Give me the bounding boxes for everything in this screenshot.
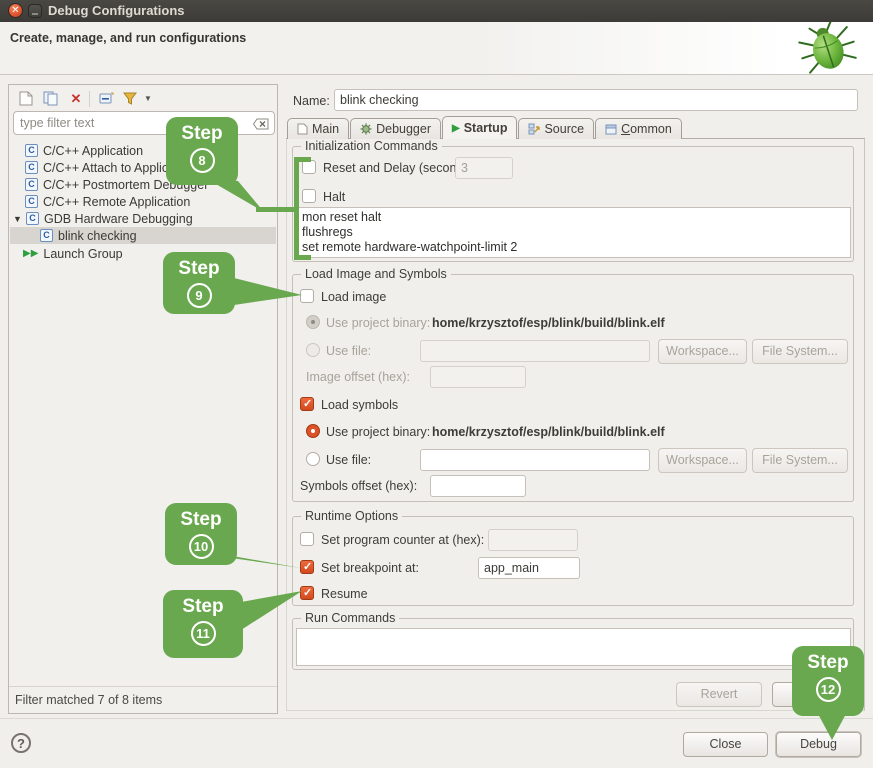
group-title: Run Commands — [301, 611, 399, 625]
image-use-project-binary-radio[interactable] — [306, 315, 320, 329]
duplicate-configuration-icon[interactable] — [41, 91, 59, 107]
load-image-checkbox[interactable] — [300, 289, 314, 303]
debug-button[interactable]: Debug — [776, 732, 861, 757]
halt-checkbox[interactable] — [302, 189, 316, 203]
source-icon — [528, 123, 540, 135]
name-input[interactable] — [334, 89, 858, 111]
window-title: Debug Configurations — [48, 3, 185, 18]
image-binary-path: home/krzysztof/esp/blink/build/blink.elf — [432, 316, 665, 330]
tab-main[interactable]: Main — [287, 118, 349, 139]
image-use-file-radio[interactable] — [306, 343, 320, 357]
set-breakpoint-label: Set breakpoint at: — [321, 561, 419, 575]
step-11-badge: Step 11 — [163, 590, 243, 658]
clear-filter-icon[interactable] — [253, 117, 269, 135]
bug-icon — [797, 22, 859, 79]
image-offset-input[interactable] — [430, 366, 526, 388]
collapse-all-icon[interactable] — [97, 91, 115, 107]
tree-item-cpp-remote[interactable]: C C/C++ Remote Application — [25, 193, 190, 210]
filter-menu-chevron-down-icon[interactable]: ▼ — [139, 91, 157, 107]
tree-expanded-icon[interactable]: ▼ — [13, 214, 21, 224]
toolbar-separator — [89, 91, 90, 107]
group-title: Load Image and Symbols — [301, 267, 451, 281]
program-counter-input[interactable] — [488, 529, 578, 551]
name-label: Name: — [293, 94, 330, 108]
tab-bar: Main Debugger ▶ Startup Source Common — [287, 116, 683, 139]
symbols-offset-input[interactable] — [430, 475, 526, 497]
image-file-input[interactable] — [420, 340, 650, 362]
set-breakpoint-checkbox[interactable] — [300, 560, 314, 574]
set-program-counter-checkbox[interactable] — [300, 532, 314, 546]
reset-delay-input[interactable] — [455, 157, 513, 179]
symbols-use-file-label: Use file: — [326, 453, 371, 467]
delete-configuration-icon[interactable]: ✕ — [67, 91, 85, 107]
run-commands-textarea[interactable] — [296, 628, 851, 666]
image-use-file-label: Use file: — [326, 344, 371, 358]
tab-source[interactable]: Source — [518, 118, 594, 139]
close-button[interactable]: Close — [683, 732, 768, 757]
reset-and-delay-checkbox[interactable] — [302, 160, 316, 174]
bottom-separator — [0, 718, 873, 720]
symbols-use-project-binary-label: Use project binary: — [326, 425, 430, 439]
symbols-offset-label: Symbols offset (hex): — [300, 479, 417, 493]
filter-icon[interactable] — [121, 91, 139, 107]
step-9-badge: Step 9 — [163, 252, 235, 314]
dialog-header: Create, manage, and run configurations — [10, 31, 246, 45]
tab-debugger[interactable]: Debugger — [350, 118, 441, 139]
revert-button[interactable]: Revert — [676, 682, 762, 707]
tree-item-gdb-hardware-debugging[interactable]: ▼ C GDB Hardware Debugging — [13, 210, 193, 227]
resume-checkbox[interactable] — [300, 586, 314, 600]
symbols-workspace-button[interactable]: Workspace... — [658, 448, 747, 473]
group-title: Runtime Options — [301, 509, 402, 523]
set-program-counter-label: Set program counter at (hex): — [321, 533, 484, 547]
symbols-file-system-button[interactable]: File System... — [752, 448, 848, 473]
init-commands-textarea[interactable]: mon reset halt flushregs set remote hard… — [296, 207, 851, 258]
symbols-use-file-radio[interactable] — [306, 452, 320, 466]
help-button[interactable]: ? — [11, 733, 31, 753]
symbols-use-project-binary-radio[interactable] — [306, 424, 320, 438]
tab-startup[interactable]: ▶ Startup — [442, 116, 517, 139]
page-icon — [297, 123, 308, 135]
window-icon — [605, 124, 617, 135]
tree-item-cpp-application[interactable]: C C/C++ Application — [25, 142, 143, 159]
window-minimize-icon[interactable] — [28, 4, 42, 18]
tree-item-blink-checking[interactable]: C blink checking — [10, 227, 276, 244]
resume-label: Resume — [321, 587, 368, 601]
step-10-badge: Step 10 — [165, 503, 237, 565]
load-image-label: Load image — [321, 290, 386, 304]
image-workspace-button[interactable]: Workspace... — [658, 339, 747, 364]
image-use-project-binary-label: Use project binary: — [326, 316, 430, 330]
step-8-badge: Step 8 — [166, 117, 238, 185]
tab-common[interactable]: Common — [595, 118, 682, 139]
filter-status: Filter matched 7 of 8 items — [9, 686, 277, 713]
c-config-icon: C — [25, 195, 38, 208]
header-banner: Create, manage, and run configurations — [0, 22, 873, 75]
group-title: Initialization Commands — [301, 139, 442, 153]
image-offset-label: Image offset (hex): — [306, 370, 410, 384]
halt-label: Halt — [323, 190, 345, 204]
c-config-icon: C — [40, 229, 53, 242]
step-12-badge: Step 12 — [792, 646, 864, 716]
debug-configurations-dialog: ✕ Debug Configurations Create, manage, a… — [0, 0, 873, 768]
title-bar: ✕ Debug Configurations — [0, 0, 873, 22]
load-symbols-label: Load symbols — [321, 398, 398, 412]
symbols-binary-path: home/krzysztof/esp/blink/build/blink.elf — [432, 425, 665, 439]
breakpoint-input[interactable] — [478, 557, 580, 579]
launch-group-icon: ▶▶ — [23, 248, 38, 259]
c-config-icon: C — [26, 212, 39, 225]
c-config-icon: C — [25, 161, 38, 174]
load-symbols-checkbox[interactable] — [300, 397, 314, 411]
debugger-icon — [360, 123, 372, 135]
new-configuration-icon[interactable] — [17, 91, 35, 107]
c-config-icon: C — [25, 144, 38, 157]
window-close-icon[interactable]: ✕ — [8, 3, 23, 18]
image-file-system-button[interactable]: File System... — [752, 339, 848, 364]
tree-item-launch-group[interactable]: ▶▶ Launch Group — [23, 245, 123, 262]
symbols-file-input[interactable] — [420, 449, 650, 471]
play-icon: ▶ — [452, 123, 460, 134]
c-config-icon: C — [25, 178, 38, 191]
